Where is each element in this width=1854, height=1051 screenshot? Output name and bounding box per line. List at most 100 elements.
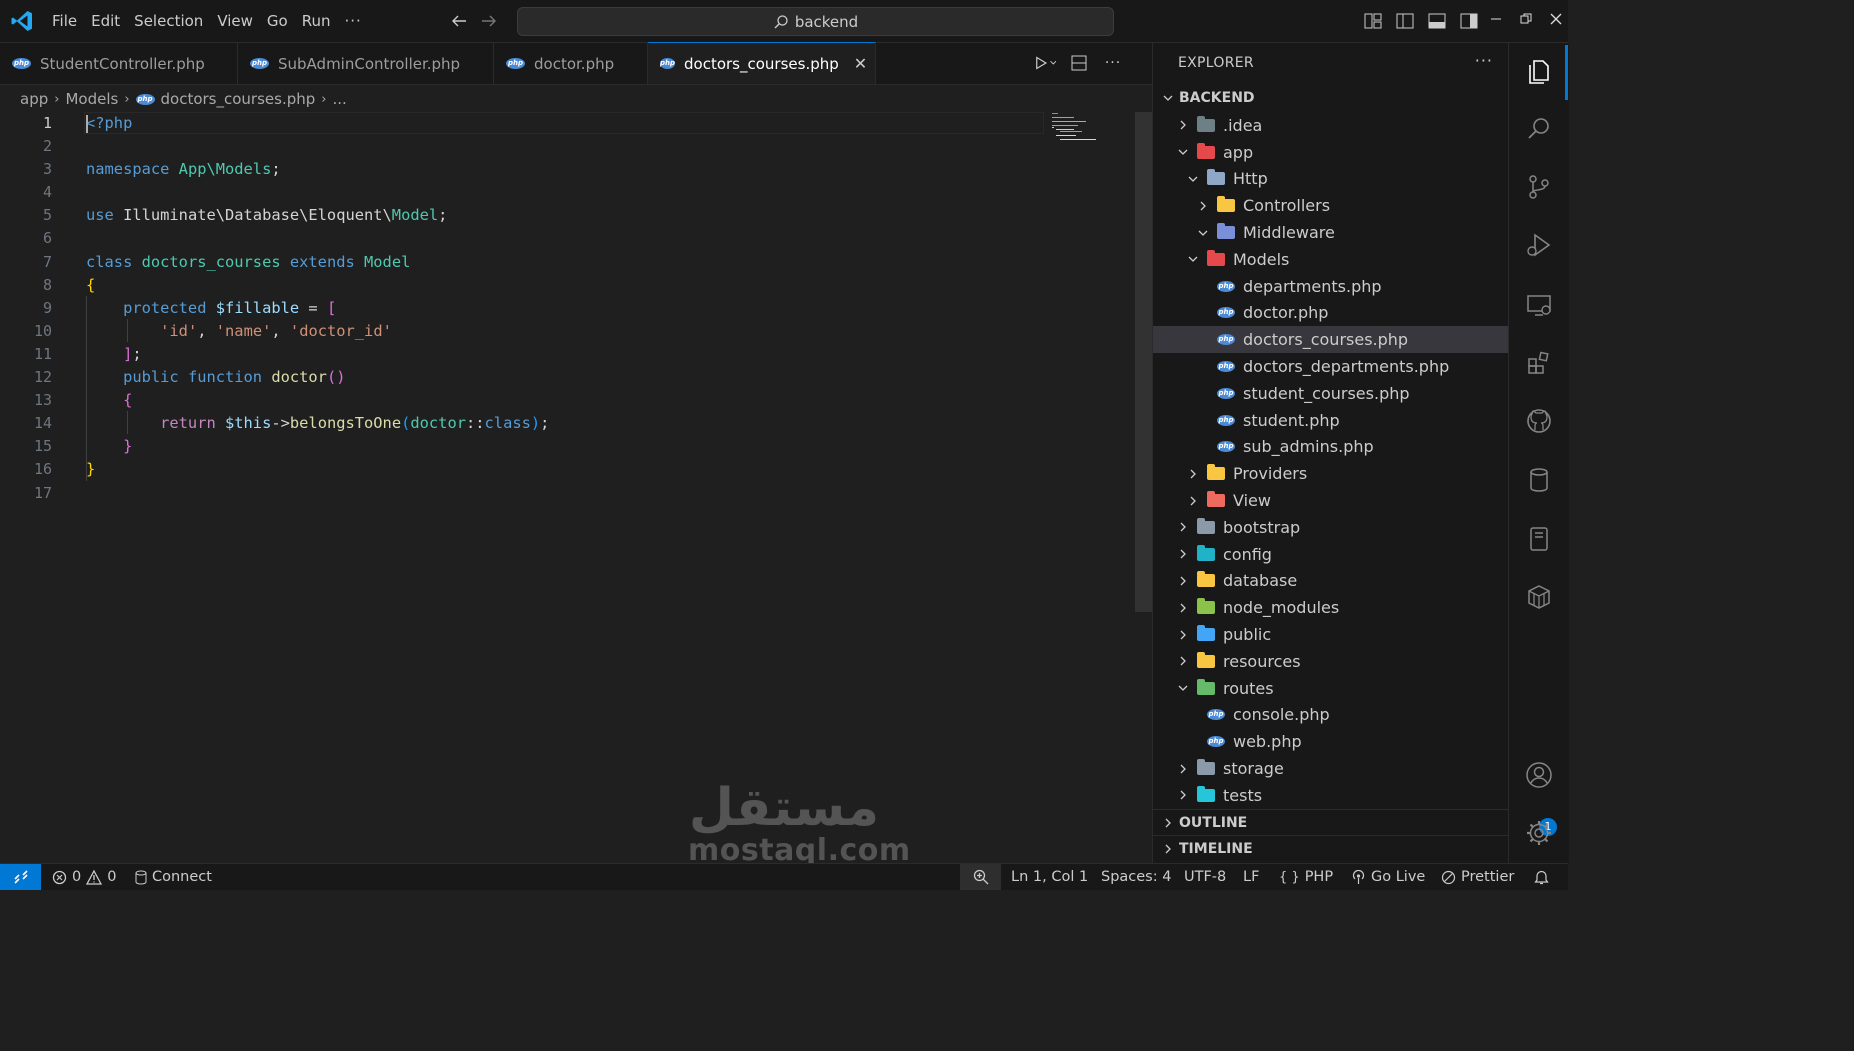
menu-file[interactable]: File — [45, 0, 84, 42]
code-token: class — [86, 252, 142, 271]
source-control-icon[interactable] — [1523, 171, 1555, 203]
tree-file[interactable]: php student.php — [1153, 407, 1509, 434]
close-window-icon[interactable] — [1548, 8, 1564, 30]
tree-folder[interactable]: Middleware — [1153, 219, 1509, 246]
remote-indicator[interactable] — [0, 864, 41, 890]
tab-student-controller[interactable]: php StudentController.php — [0, 43, 238, 84]
editor-more-icon[interactable]: ··· — [1102, 52, 1124, 74]
menu-more[interactable]: ··· — [338, 0, 369, 42]
tree-file[interactable]: php doctors_courses.php — [1153, 326, 1509, 354]
customize-layout-icon[interactable] — [1362, 10, 1384, 32]
tree-folder[interactable]: resources — [1153, 648, 1509, 675]
tree-file[interactable]: php web.php — [1153, 728, 1509, 755]
encoding[interactable]: UTF-8 — [1184, 864, 1226, 890]
menu-edit[interactable]: Edit — [84, 0, 127, 42]
tab-doctor[interactable]: php doctor.php — [494, 43, 648, 84]
toggle-primary-sidebar-icon[interactable] — [1394, 10, 1416, 32]
explorer-root-header[interactable]: BACKEND — [1153, 85, 1509, 111]
tree-folder[interactable]: Providers — [1153, 460, 1509, 487]
toggle-panel-icon[interactable] — [1426, 10, 1448, 32]
breadcrumb-app[interactable]: app — [20, 90, 48, 108]
tab-subadmin-controller[interactable]: php SubAdminController.php — [238, 43, 494, 84]
language-mode[interactable]: { } PHP — [1279, 864, 1333, 890]
notebook-icon[interactable] — [1523, 523, 1555, 555]
folder-icon — [1197, 598, 1215, 615]
tree-file[interactable]: php doctors_departments.php — [1153, 353, 1509, 380]
tree-folder[interactable]: tests — [1153, 782, 1509, 809]
tree-folder[interactable]: storage — [1153, 755, 1509, 782]
cursor-position[interactable]: Ln 1, Col 1 — [1011, 864, 1088, 890]
close-tab-icon[interactable]: ✕ — [854, 54, 867, 73]
tree-folder[interactable]: public — [1153, 621, 1509, 648]
github-icon[interactable] — [1523, 405, 1555, 437]
accounts-icon[interactable] — [1523, 759, 1555, 791]
end-of-line[interactable]: LF — [1243, 864, 1259, 890]
explorer-more-icon[interactable]: ··· — [1475, 51, 1493, 70]
prettier-item[interactable]: Prettier — [1441, 864, 1514, 890]
code-editor[interactable]: <?php namespace App\Models; use Illuminate… — [86, 112, 1046, 505]
tree-item-label: database — [1223, 571, 1298, 591]
tree-file[interactable]: php doctor.php — [1153, 300, 1509, 327]
run-debug-icon[interactable] — [1523, 229, 1555, 261]
extensions-icon[interactable] — [1523, 347, 1555, 379]
tree-folder[interactable]: bootstrap — [1153, 514, 1509, 541]
menu-bar: File Edit Selection View Go Run ··· — [45, 0, 369, 42]
search-view-icon[interactable] — [1523, 113, 1555, 145]
code-token: <?php — [86, 114, 133, 132]
tree-folder[interactable]: node_modules — [1153, 594, 1509, 621]
tree-folder[interactable]: app — [1153, 139, 1509, 166]
split-editor-icon[interactable] — [1068, 52, 1090, 74]
chevron-right-icon — [1175, 653, 1191, 669]
minimize-icon[interactable] — [1488, 8, 1504, 30]
tree-file[interactable]: php console.php — [1153, 702, 1509, 729]
minimap[interactable] — [1050, 112, 1100, 142]
folder-icon — [1197, 759, 1215, 776]
editor-scrollbar[interactable] — [1135, 112, 1152, 612]
connect-item[interactable]: Connect — [135, 864, 212, 890]
settings-gear-icon[interactable] — [1523, 817, 1555, 849]
tree-folder[interactable]: Http — [1153, 166, 1509, 193]
tree-folder[interactable]: Models — [1153, 246, 1509, 273]
remote-explorer-icon[interactable] — [1523, 289, 1555, 321]
database-icon[interactable] — [1523, 464, 1555, 496]
package-icon[interactable] — [1523, 581, 1555, 613]
zoom-icon[interactable] — [960, 864, 1001, 890]
tree-file[interactable]: php student_courses.php — [1153, 380, 1509, 407]
code-token: } — [86, 460, 96, 479]
menu-go[interactable]: Go — [260, 0, 295, 42]
tab-doctors-courses[interactable]: php doctors_courses.php ✕ — [648, 42, 876, 84]
line-number: 15 — [33, 437, 52, 456]
code-token: :: — [465, 414, 485, 433]
breadcrumb-symbols[interactable]: ... — [332, 90, 346, 108]
tree-folder[interactable]: Controllers — [1153, 192, 1509, 219]
toggle-secondary-sidebar-icon[interactable] — [1458, 10, 1480, 32]
forward-arrow-icon[interactable] — [478, 10, 500, 32]
php-file-icon: php — [660, 58, 676, 69]
outline-section[interactable]: OUTLINE — [1153, 809, 1509, 836]
tree-folder[interactable]: database — [1153, 568, 1509, 595]
menu-view[interactable]: View — [210, 0, 260, 42]
tree-folder[interactable]: config — [1153, 541, 1509, 568]
vscode-logo[interactable] — [10, 9, 34, 33]
breadcrumb-models[interactable]: Models — [65, 90, 118, 108]
tree-folder[interactable]: View — [1153, 487, 1509, 514]
tree-file[interactable]: php departments.php — [1153, 273, 1509, 300]
files-icon[interactable] — [1523, 56, 1555, 88]
back-arrow-icon[interactable] — [448, 10, 470, 32]
menu-run[interactable]: Run — [295, 0, 338, 42]
breadcrumb-file[interactable]: doctors_courses.php — [161, 90, 316, 108]
restore-icon[interactable] — [1518, 8, 1534, 30]
go-live-button[interactable]: Go Live — [1351, 864, 1425, 890]
tree-folder[interactable]: .idea — [1153, 112, 1509, 139]
command-center-search[interactable]: backend — [517, 7, 1114, 36]
problems-indicator[interactable]: 0 0 — [52, 864, 116, 890]
menu-selection[interactable]: Selection — [127, 0, 210, 42]
tree-file[interactable]: php sub_admins.php — [1153, 434, 1509, 461]
indentation[interactable]: Spaces: 4 — [1101, 864, 1171, 890]
run-icon[interactable] — [1034, 52, 1056, 74]
tree-item-label: departments.php — [1243, 276, 1382, 296]
timeline-section[interactable]: TIMELINE — [1153, 835, 1509, 862]
tree-folder[interactable]: routes — [1153, 675, 1509, 702]
bell-icon[interactable] — [1534, 864, 1549, 890]
root-folder-label: BACKEND — [1179, 90, 1255, 106]
